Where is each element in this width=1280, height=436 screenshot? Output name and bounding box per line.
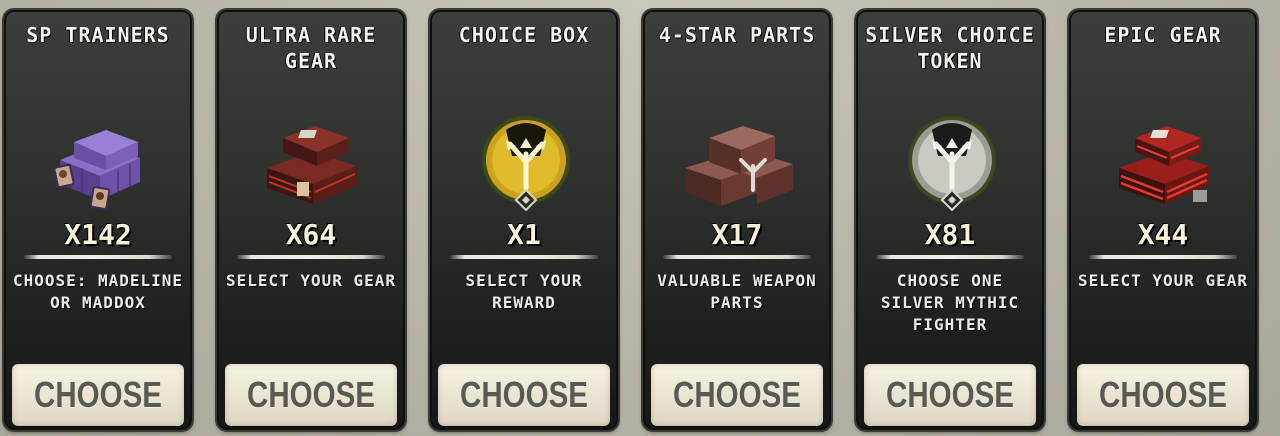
choose-button[interactable]: CHOOSE [438,364,610,426]
silver-choice-token-icon [892,108,1012,218]
choose-button-label: CHOOSE [34,374,162,415]
offer-quantity: X64 [285,218,337,251]
red-gear-crates-icon [253,108,373,218]
divider [1089,255,1237,259]
weapon-parts-crates-icon [679,108,799,218]
offer-description: SELECT YOUR REWARD [465,271,583,312]
offer-title: EPIC GEAR [1104,23,1222,47]
offer-card-silver-choice-token: SILVER CHOICE TOKEN X81 CHOOSE ONE SILVE… [856,10,1044,430]
purple-crates-icon [40,108,160,218]
divider [450,255,598,259]
offer-card-4-star-parts: 4-STAR PARTS X17 VALUABLE WEAPON PARTS C… [643,10,831,430]
offer-quantity: X142 [64,218,132,251]
choose-button[interactable]: CHOOSE [651,364,823,426]
choose-button[interactable]: CHOOSE [225,364,397,426]
choose-button[interactable]: CHOOSE [12,364,184,426]
choose-button-label: CHOOSE [247,374,375,415]
offer-card-choice-box: CHOICE BOX X1 SELECT YOUR REWARD CHOOSE [430,10,618,430]
divider [24,255,172,259]
offer-title: CHOICE BOX [458,23,590,47]
offer-title: SP TRAINERS [26,23,170,47]
divider [237,255,385,259]
choose-button-label: CHOOSE [673,374,801,415]
offer-description: SELECT YOUR GEAR [1077,271,1249,290]
offer-quantity: X17 [711,218,763,251]
offer-description: CHOOSE: MADELINE OR MADDOX [12,271,184,312]
offer-title: 4-STAR PARTS [658,23,816,47]
offer-card-epic-gear: EPIC GEAR X44 SELECT YOUR GEAR CHOOSE [1069,10,1257,430]
divider [663,255,811,259]
offer-description: SELECT YOUR GEAR [225,271,397,290]
offer-quantity: X44 [1137,218,1189,251]
choose-button[interactable]: CHOOSE [1077,364,1249,426]
gold-choice-token-icon [466,108,586,218]
choose-button[interactable]: CHOOSE [864,364,1036,426]
offer-title: SILVER CHOICE TOKEN [865,23,1035,73]
offer-description: CHOOSE ONE SILVER MYTHIC FIGHTER [880,271,1020,334]
offer-card-ultra-rare-gear: ULTRA RARE GEAR X64 SELECT YOUR GEAR CHO… [217,10,405,430]
offer-quantity: X1 [507,218,541,251]
offer-title: ULTRA RARE GEAR [245,23,377,73]
offer-card-sp-trainers: SP TRAINERS X142 CHOOSE: MADELINE OR MAD… [4,10,192,430]
red-epic-crates-icon [1105,108,1225,218]
choose-button-label: CHOOSE [886,374,1014,415]
choose-button-label: CHOOSE [460,374,588,415]
offer-quantity: X81 [924,218,976,251]
divider [876,255,1024,259]
offer-description: VALUABLE WEAPON PARTS [657,271,817,312]
choose-button-label: CHOOSE [1099,374,1227,415]
offer-strip: SP TRAINERS X142 CHOOSE: MADELINE OR MAD… [0,0,1280,436]
